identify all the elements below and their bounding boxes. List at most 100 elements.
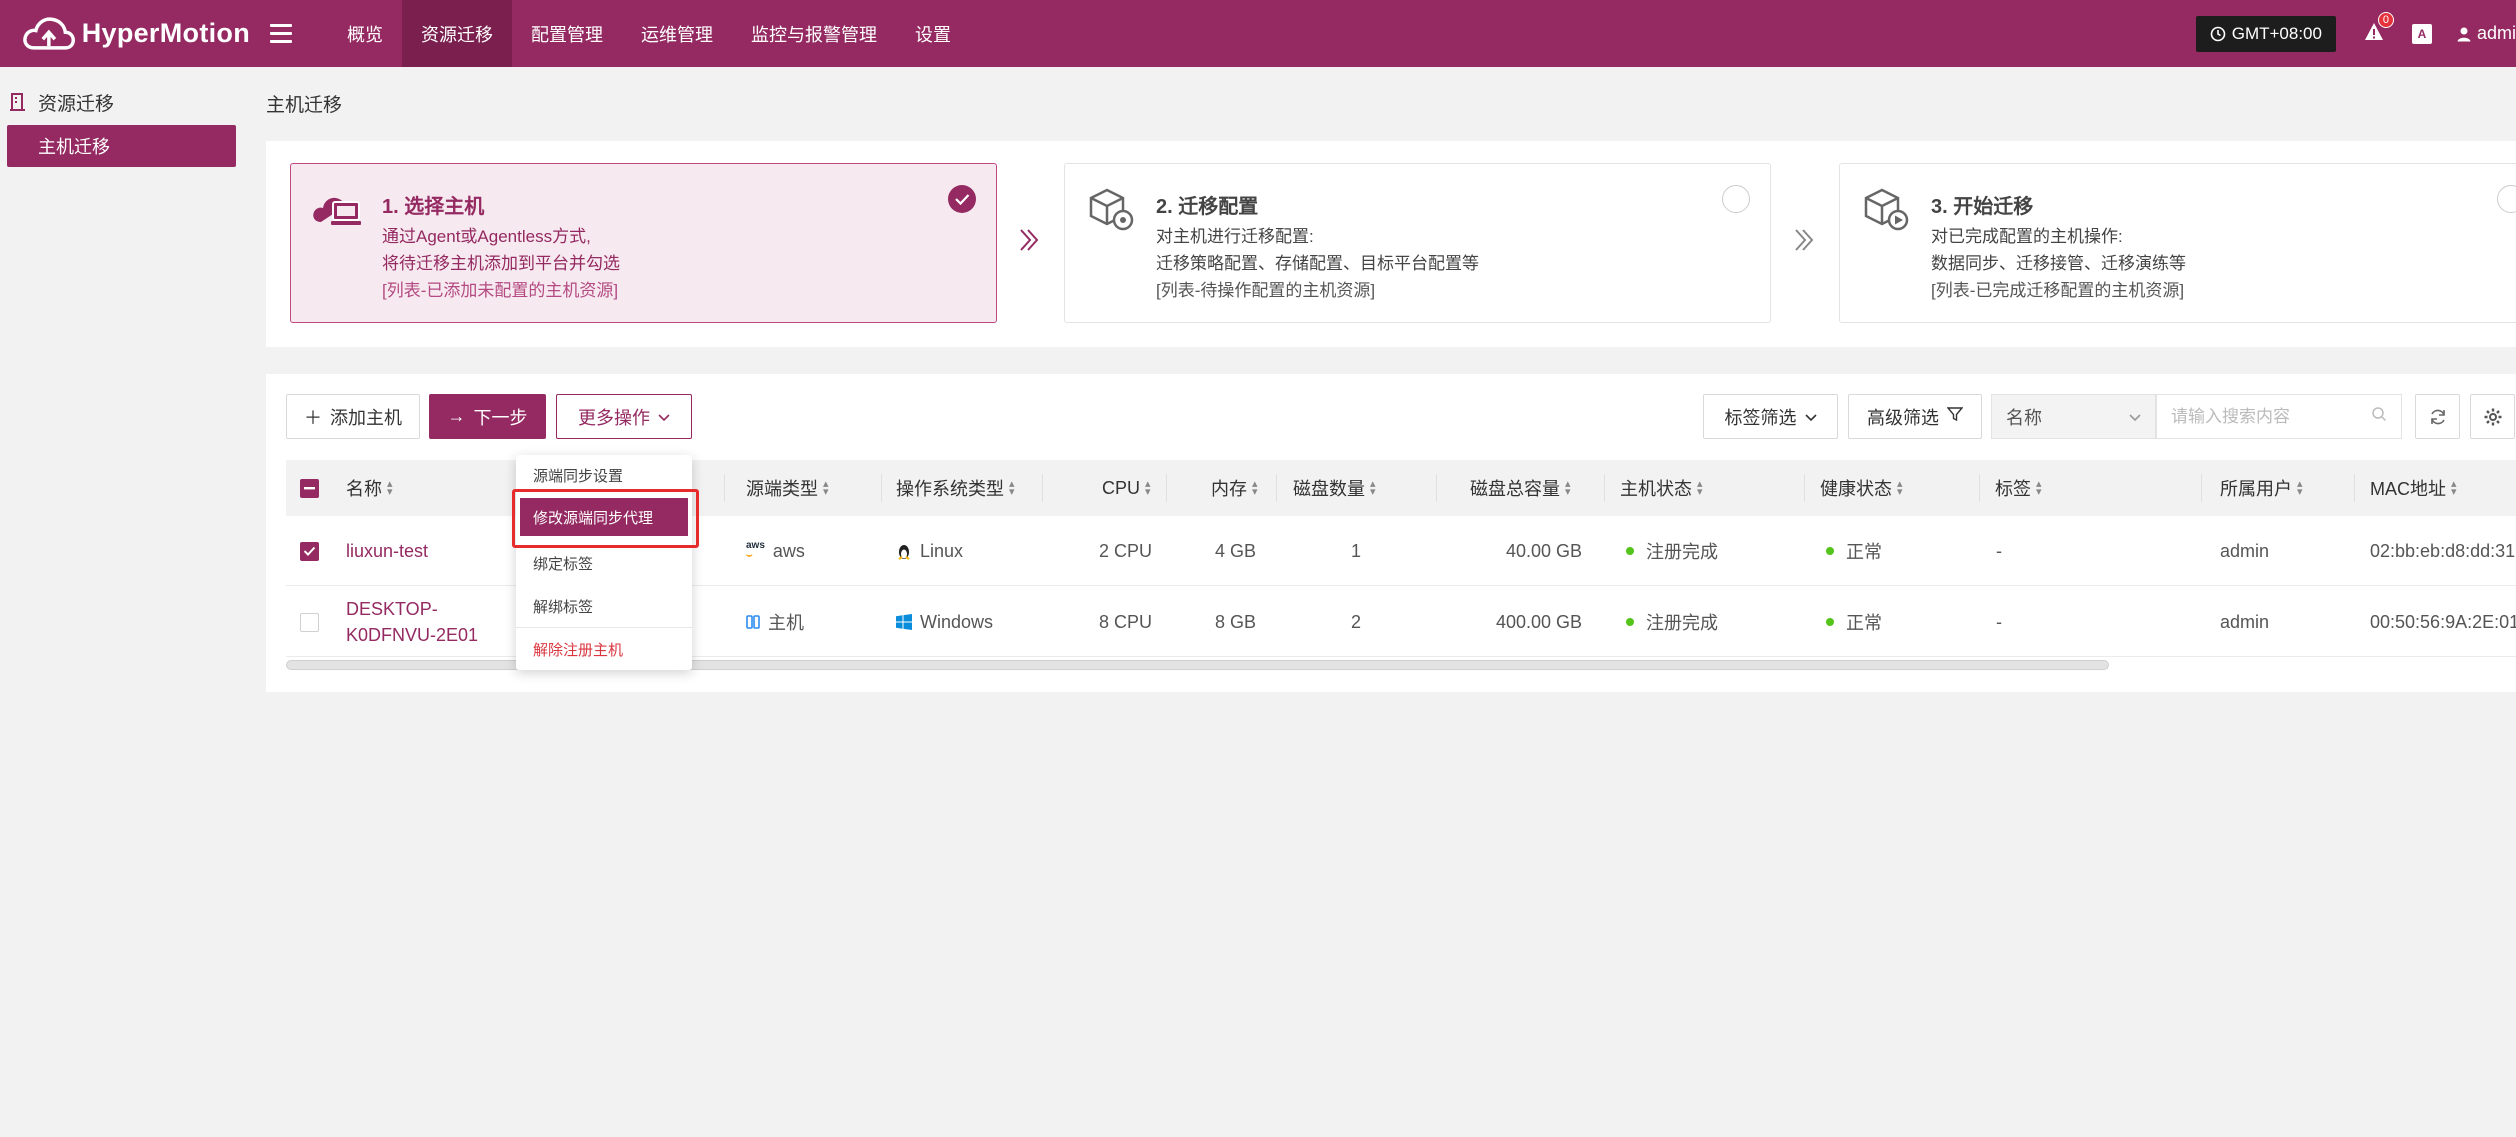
sort-icon: ▴ ▾ [387, 478, 393, 498]
menu-item-unregister-host[interactable]: 解除注册主机 [516, 629, 692, 669]
step-note: [列表-已添加未配置的主机资源] [382, 281, 619, 300]
nav-overview[interactable]: 概览 [328, 0, 402, 67]
sort-icon: ▴ ▾ [1697, 478, 1703, 498]
search-field-select[interactable]: 名称 [1991, 394, 2156, 439]
nav-monitoring-alerts[interactable]: 监控与报警管理 [732, 0, 896, 67]
disk-count-value: 1 [1350, 540, 1361, 561]
step-title: 2. 迁移配置 [1156, 196, 1259, 218]
step-title: 1. 选择主机 [382, 196, 485, 218]
sidebar: 资源迁移 主机迁移 [0, 67, 252, 1137]
sort-icon: ▴ ▾ [2036, 478, 2042, 498]
user-menu[interactable]: admin [2456, 23, 2516, 44]
health-status: 正常 [1846, 542, 1882, 562]
column-header-health[interactable]: 健康状态 ▴ ▾ [1820, 460, 1903, 516]
refresh-button[interactable] [2415, 394, 2460, 439]
top-navbar: HyperMotion 概览 资源迁移 配置管理 运维管理 监控与报警管理 设置… [0, 0, 2516, 67]
sidebar-group-label: 资源迁移 [38, 93, 115, 115]
column-header-name[interactable]: 名称 ▴ ▾ [346, 460, 393, 516]
timezone-indicator[interactable]: GMT+08:00 [2195, 15, 2336, 52]
nav-resource-migration[interactable]: 资源迁移 [402, 0, 512, 67]
sort-icon: ▴ ▾ [1009, 478, 1015, 498]
step-note: [列表-待操作配置的主机资源] [1156, 281, 1376, 300]
menu-item-bind-tag[interactable]: 绑定标签 [516, 543, 692, 583]
highlight-box [512, 489, 699, 548]
step-title: 3. 开始迁移 [1931, 196, 2034, 218]
step-migration-config[interactable]: 2. 迁移配置 对主机进行迁移配置: 迁移策略配置、存储配置、目标平台配置等 [… [1064, 163, 1771, 323]
add-host-button[interactable]: ＋添加主机 [286, 394, 420, 439]
source-type: aws [772, 540, 805, 561]
user-icon [2457, 27, 2471, 41]
column-header-source-type[interactable]: 源端类型 ▴ ▾ [746, 460, 829, 516]
column-header-disk-count[interactable]: 磁盘数量 ▴ ▾ [1293, 460, 1376, 516]
column-header-owner[interactable]: 所属用户 ▴ ▾ [2220, 460, 2303, 516]
memory-value: 4 GB [1214, 540, 1256, 561]
host-name-link[interactable]: DESKTOP- K0DFNVU-2E01 [346, 587, 478, 657]
alert-count-badge: 0 [2377, 11, 2394, 28]
os-type: Linux [920, 540, 964, 561]
step-pending-radio-icon [2497, 185, 2516, 213]
filter-icon [1946, 406, 1964, 427]
select-all-checkbox[interactable] [300, 478, 319, 498]
sort-icon: ▴ ▾ [1897, 478, 1903, 498]
health-status: 正常 [1846, 613, 1882, 633]
advanced-filter-button[interactable]: 高级筛选 [1848, 394, 1982, 439]
step-start-migration[interactable]: 3. 开始迁移 对已完成配置的主机操作: 数据同步、迁移接管、迁移演练等 [列表… [1839, 163, 2516, 323]
sort-icon: ▴ ▾ [1252, 478, 1258, 498]
host-status: 注册完成 [1646, 542, 1718, 562]
search-icon[interactable] [2371, 406, 2387, 427]
sort-icon: ▴ ▾ [2297, 478, 2303, 498]
status-dot-icon [1826, 618, 1834, 626]
next-step-button[interactable]: → 下一步 [429, 394, 546, 439]
status-dot-icon [1826, 547, 1834, 555]
app-logo[interactable]: HyperMotion [0, 0, 250, 67]
column-header-memory[interactable]: 内存 ▴ ▾ [1211, 460, 1258, 516]
row-checkbox[interactable] [300, 612, 319, 632]
host-name-link[interactable]: liuxun-test [346, 516, 428, 586]
cloud-host-icon [313, 197, 361, 225]
status-dot-icon [1626, 547, 1634, 555]
step-desc-line: 对已完成配置的主机操作: [1931, 227, 2123, 246]
main-nav: 概览 资源迁移 配置管理 运维管理 监控与报警管理 设置 [328, 0, 970, 67]
more-actions-button[interactable]: 更多操作 [556, 394, 692, 439]
column-header-host-status[interactable]: 主机状态 ▴ ▾ [1620, 460, 1703, 516]
step-select-host[interactable]: 1. 选择主机 通过Agent或Agentless方式, 将待迁移主机添加到平台… [290, 163, 997, 323]
column-header-tags[interactable]: 标签 ▴ ▾ [1995, 460, 2042, 516]
memory-value: 8 GB [1214, 611, 1256, 632]
menu-item-unbind-tag[interactable]: 解绑标签 [516, 586, 692, 626]
linux-icon [898, 545, 910, 560]
row-checkbox[interactable] [300, 541, 319, 561]
menu-toggle-icon[interactable] [270, 24, 292, 43]
step-desc-line: 将待迁移主机添加到平台并勾选 [382, 254, 620, 273]
status-dot-icon [1626, 618, 1634, 626]
nav-settings[interactable]: 设置 [896, 0, 970, 67]
column-header-os-type[interactable]: 操作系统类型 ▴ ▾ [896, 460, 1015, 516]
chevron-down-icon [658, 406, 670, 427]
owner-value: admin [2220, 611, 2270, 632]
step-done-check-icon [948, 185, 976, 213]
windows-icon [896, 614, 912, 630]
column-header-cpu[interactable]: CPU ▴ ▾ [1102, 460, 1151, 516]
alerts-button[interactable]: 0 [2364, 11, 2394, 46]
cpu-value: 8 CPU [1098, 611, 1152, 632]
mac-value: 00:50:56:9A:2E:01 [2370, 611, 2516, 632]
plus-icon: ＋ [304, 407, 322, 428]
tag-filter-button[interactable]: 标签筛选 [1703, 394, 1838, 439]
os-type: Windows [920, 611, 994, 632]
nav-ops-management[interactable]: 运维管理 [622, 0, 732, 67]
column-settings-button[interactable] [2470, 394, 2515, 439]
disk-count-value: 2 [1350, 611, 1361, 632]
tags-value: - [1996, 540, 2002, 561]
sidebar-group-resource-migration[interactable]: 资源迁移 [0, 83, 252, 121]
app-name: HyperMotion [81, 18, 250, 48]
cloud-logo-icon [23, 16, 75, 50]
column-header-disk-total[interactable]: 磁盘总容量 ▴ ▾ [1470, 460, 1571, 516]
disk-total-value: 400.00 GB [1495, 611, 1582, 632]
sidebar-item-host-migration[interactable]: 主机迁移 [7, 125, 236, 167]
step-desc-line: 对主机进行迁移配置: [1156, 227, 1314, 246]
nav-config-management[interactable]: 配置管理 [512, 0, 622, 67]
refresh-icon [2430, 409, 2445, 424]
search-input[interactable] [2171, 406, 2361, 427]
language-icon[interactable]: A [2411, 23, 2432, 44]
column-header-mac[interactable]: MAC地址 ▴ ▾ [2370, 460, 2457, 516]
gear-icon [2484, 408, 2501, 425]
